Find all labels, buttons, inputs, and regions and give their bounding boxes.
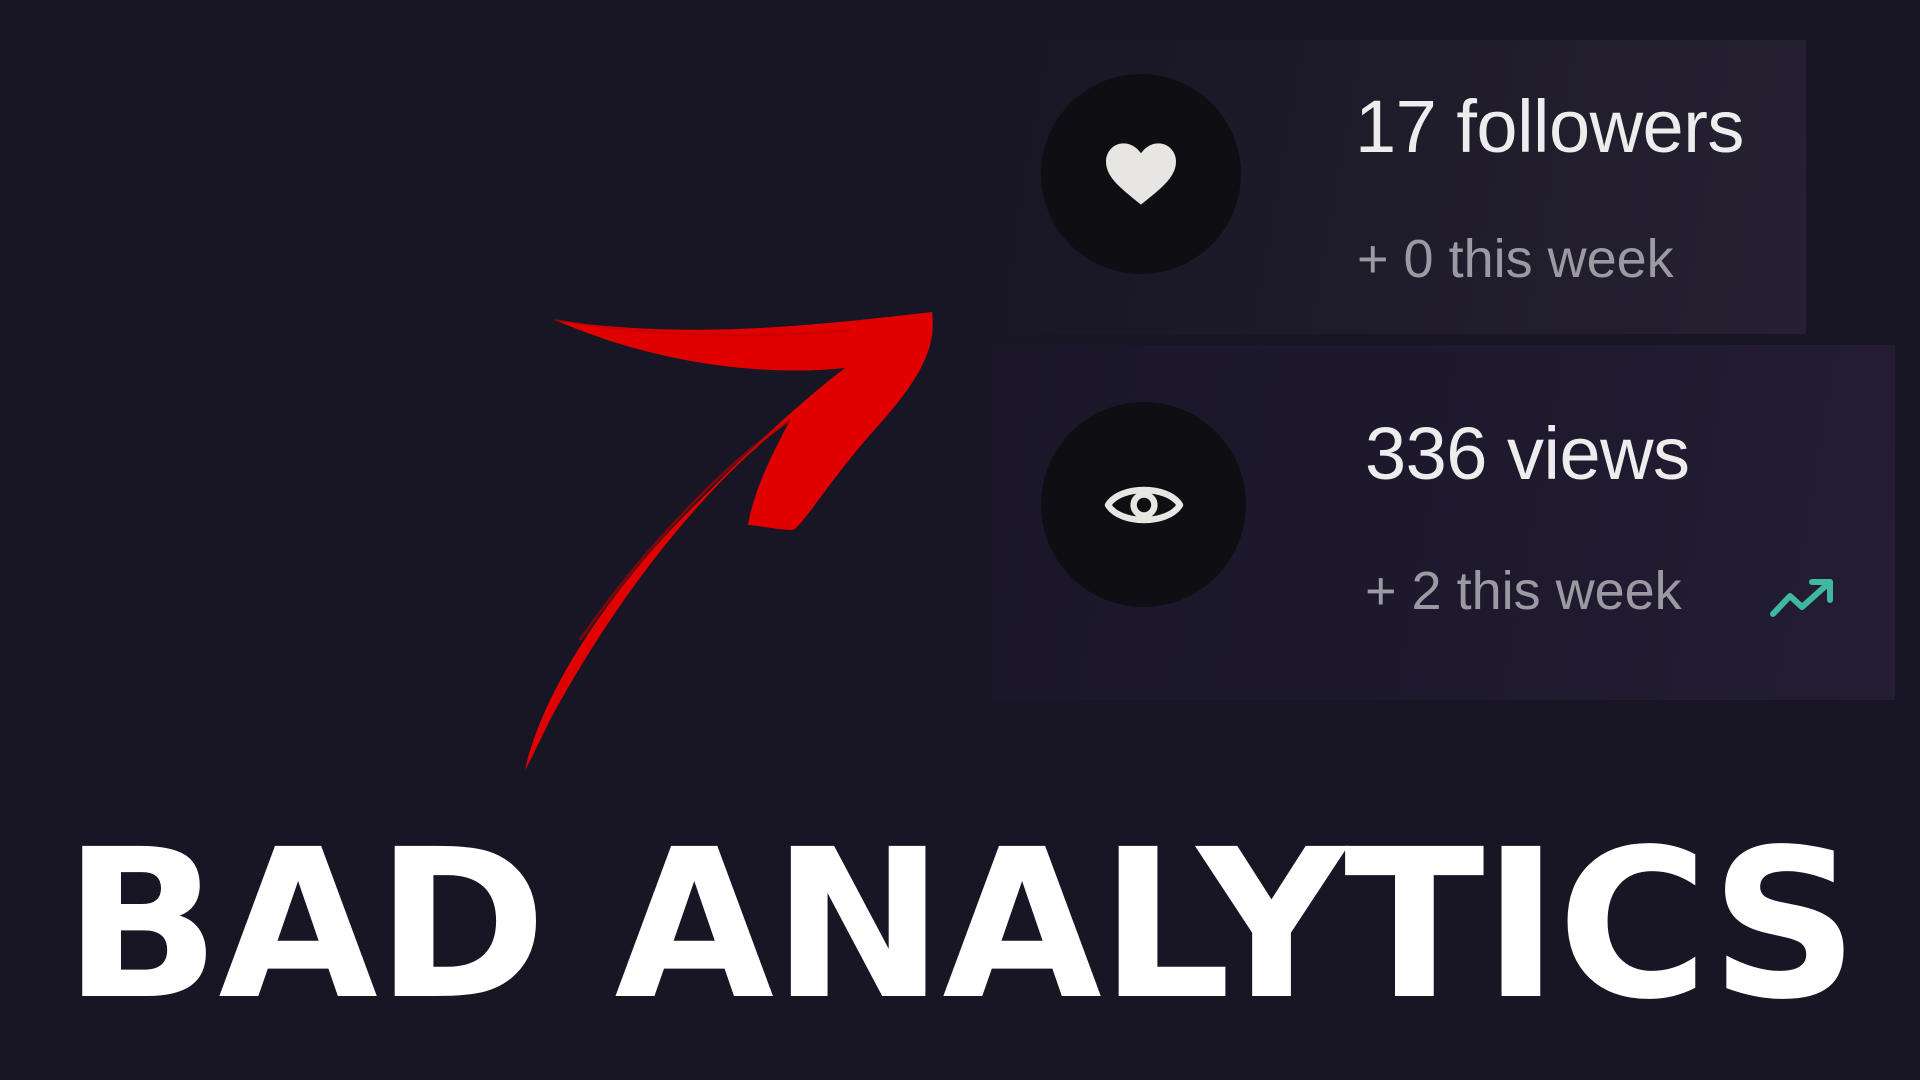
red-arrow-icon: [525, 312, 933, 770]
followers-count: 17 followers: [1355, 85, 1744, 168]
heart-icon: [1106, 143, 1176, 205]
headline-title: BAD ANALYTICS: [63, 805, 1858, 1045]
eye-icon: [1104, 486, 1183, 523]
views-weekly-change: + 2 this week: [1365, 561, 1682, 621]
thumbnail-canvas: 17 followers + 0 this week 336 views + 2…: [0, 0, 1920, 1080]
followers-icon-badge: [1041, 74, 1241, 274]
views-count: 336 views: [1365, 412, 1690, 495]
followers-weekly-change: + 0 this week: [1357, 229, 1674, 289]
trending-up-icon: [1770, 579, 1833, 617]
views-icon-badge: [1041, 402, 1246, 607]
